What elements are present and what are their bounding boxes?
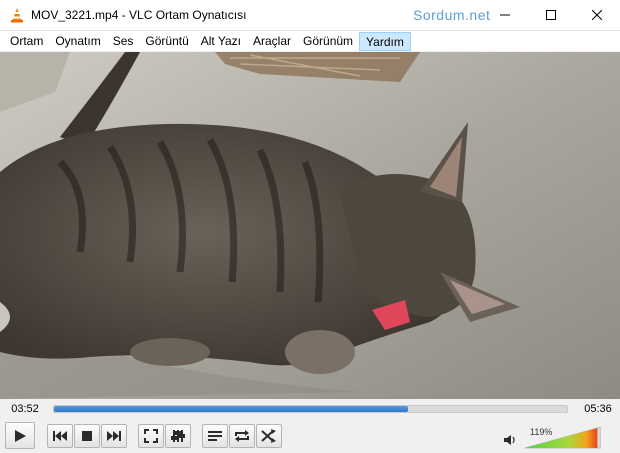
menu-gorunum[interactable]: Görünüm — [297, 32, 359, 51]
control-bar: 119% — [0, 420, 620, 453]
shuffle-icon — [261, 429, 276, 443]
minimize-button[interactable] — [482, 0, 528, 30]
video-frame[interactable] — [0, 52, 620, 399]
playlist-icon — [208, 431, 222, 441]
seek-bar[interactable] — [53, 405, 568, 413]
play-button[interactable] — [5, 422, 35, 449]
maximize-button[interactable] — [528, 0, 574, 30]
window-title: MOV_3221.mp4 - VLC Ortam Oynatıcısı — [31, 8, 247, 22]
menu-araclar[interactable]: Araçlar — [247, 32, 297, 51]
previous-button[interactable] — [47, 424, 73, 448]
next-button[interactable] — [101, 424, 127, 448]
fullscreen-button[interactable] — [138, 424, 164, 448]
playlist-button[interactable] — [202, 424, 228, 448]
close-button[interactable] — [574, 0, 620, 30]
elapsed-time: 03:52 — [11, 403, 39, 415]
seek-row: 03:52 05:36 — [0, 399, 620, 420]
next-icon — [107, 431, 121, 441]
shuffle-button[interactable] — [256, 424, 282, 448]
seek-bar-fill — [54, 406, 408, 412]
menu-oynatim[interactable]: Oynatım — [49, 32, 106, 51]
menu-goruntu[interactable]: Görüntü — [139, 32, 194, 51]
menu-ortam[interactable]: Ortam — [4, 32, 49, 51]
minimize-icon — [500, 14, 510, 16]
loop-button[interactable] — [229, 424, 255, 448]
menu-bar: Ortam Oynatım Ses Görüntü Alt Yazı Araçl… — [0, 31, 620, 52]
speaker-icon[interactable] — [504, 434, 518, 446]
fullscreen-icon — [144, 429, 158, 443]
extended-settings-icon — [171, 430, 185, 442]
menu-alt-yazi[interactable]: Alt Yazı — [195, 32, 247, 51]
watermark-text: Sordum.net — [413, 7, 491, 23]
extended-settings-button[interactable] — [165, 424, 191, 448]
previous-icon — [53, 431, 67, 441]
loop-icon — [235, 430, 249, 442]
play-icon — [15, 429, 26, 442]
stop-button[interactable] — [74, 424, 100, 448]
video-image — [0, 52, 620, 399]
menu-yardim[interactable]: Yardım — [359, 31, 411, 51]
maximize-icon — [546, 10, 556, 20]
volume-slider[interactable] — [525, 427, 601, 449]
title-bar: MOV_3221.mp4 - VLC Ortam Oynatıcısı Sord… — [0, 0, 620, 31]
menu-ses[interactable]: Ses — [107, 32, 140, 51]
stop-icon — [82, 431, 92, 441]
total-time: 05:36 — [584, 403, 612, 415]
close-icon — [592, 10, 602, 20]
vlc-cone-icon — [9, 7, 25, 23]
